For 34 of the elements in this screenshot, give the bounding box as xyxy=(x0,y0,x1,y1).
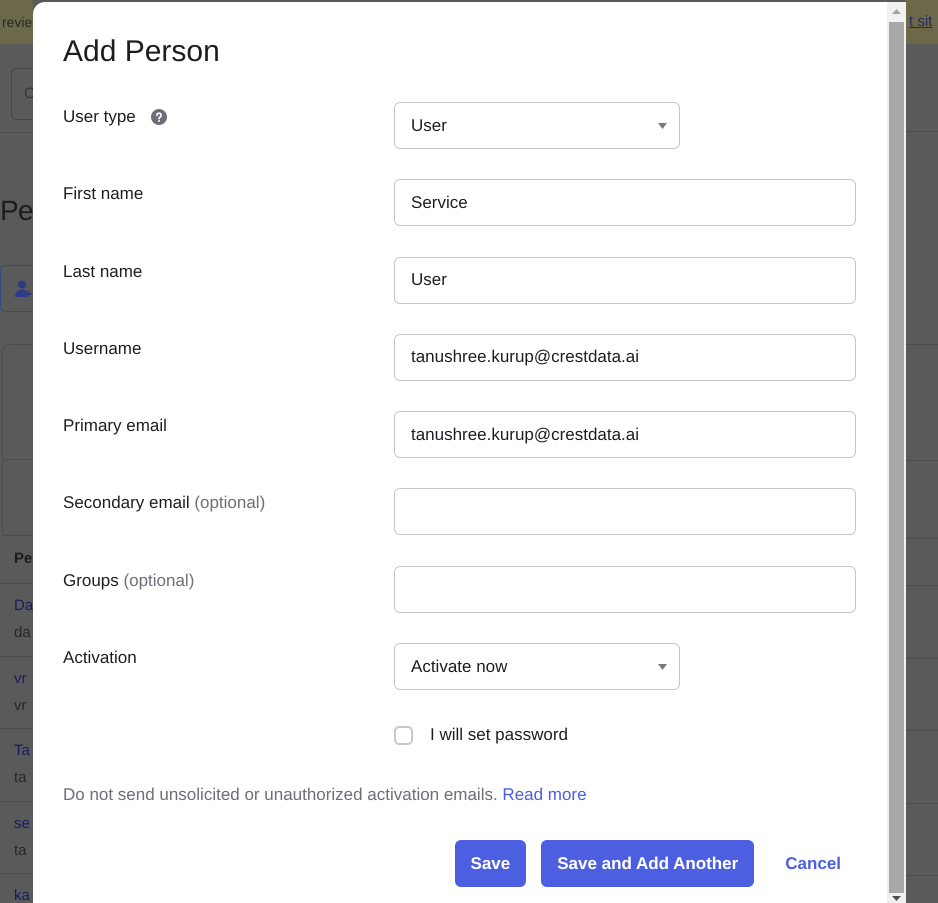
scroll-down-icon xyxy=(892,896,901,901)
scroll-up-icon xyxy=(892,9,901,14)
notice-text: Do not send unsolicited or unauthorized activation emails. Read more xyxy=(63,784,588,806)
banner-text: revie xyxy=(1,13,32,32)
page-heading: Pe xyxy=(0,194,33,228)
field-label: Username xyxy=(63,338,142,360)
dropdown[interactable]: Activate now xyxy=(394,643,680,690)
scrollbar-thumb[interactable] xyxy=(889,22,904,893)
button[interactable]: Save xyxy=(454,840,526,888)
text-field[interactable]: User xyxy=(394,256,856,304)
button[interactable]: Save and Add Another xyxy=(541,840,754,888)
person-plus-icon xyxy=(15,280,32,297)
field-label: Secondary email (optional) xyxy=(63,492,266,514)
field-label: Activation xyxy=(63,647,137,670)
table-header: Pe xyxy=(14,549,32,570)
field-label: Last name xyxy=(63,260,142,283)
field-label: Groups (optional) xyxy=(63,570,194,592)
field-label: First name xyxy=(63,183,144,206)
dropdown[interactable]: User xyxy=(394,102,680,149)
field-label: Primary email xyxy=(63,415,167,438)
text-field[interactable]: Service xyxy=(394,179,856,226)
checkbox-label: I will set password xyxy=(430,724,568,746)
text-field[interactable]: tanushree.kurup@crestdata.ai xyxy=(394,411,856,458)
caret-icon xyxy=(658,664,667,670)
text-field[interactable] xyxy=(394,488,856,536)
field-label: User type xyxy=(63,106,136,128)
checkbox[interactable] xyxy=(394,726,413,745)
scrollbar[interactable] xyxy=(887,2,906,903)
read-more-link[interactable]: Read more xyxy=(502,785,587,804)
dialog-title: Add Person xyxy=(63,34,221,70)
caret-icon xyxy=(658,122,667,128)
button[interactable]: Cancel xyxy=(769,840,857,888)
text-field[interactable]: tanushree.kurup@crestdata.ai xyxy=(394,334,856,381)
text-field[interactable] xyxy=(394,566,856,613)
